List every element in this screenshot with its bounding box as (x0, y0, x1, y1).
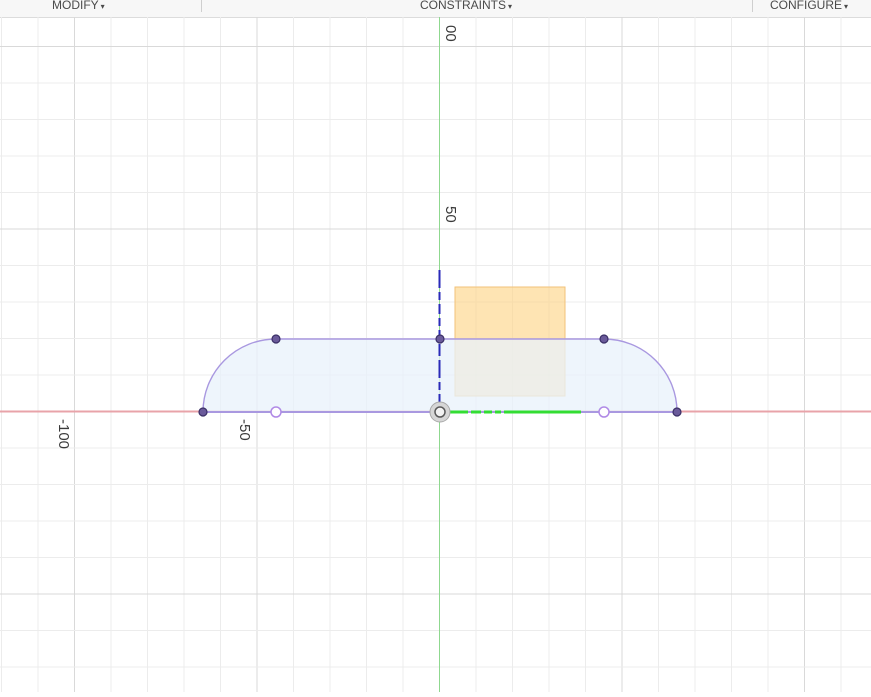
sketch-canvas[interactable]: 00 50 -100 -50 (0, 17, 871, 692)
constraints-menu[interactable]: CONSTRAINTS ▾ (420, 0, 512, 14)
chevron-down-icon: ▾ (100, 2, 105, 11)
constraints-menu-label: CONSTRAINTS (420, 0, 507, 12)
y-axis-label-top: 00 (442, 25, 459, 42)
chevron-down-icon: ▾ (508, 2, 513, 11)
toolbar-divider (201, 0, 202, 12)
origin-point-inner (434, 406, 446, 418)
toolbar-divider (752, 0, 753, 12)
y-axis-label-50: 50 (442, 206, 459, 223)
chevron-down-icon: ▾ (844, 2, 849, 11)
sketch-point[interactable] (198, 407, 208, 417)
sketch-point[interactable] (435, 334, 445, 344)
modify-menu-label: MODIFY (52, 0, 99, 12)
modify-menu[interactable]: MODIFY ▾ (52, 0, 105, 14)
arc-center-point[interactable] (270, 406, 282, 418)
configure-menu-label: CONFIGURE (770, 0, 842, 12)
arc-center-point[interactable] (598, 406, 610, 418)
toolbar: MODIFY ▾ CONSTRAINTS ▾ CONFIGURE ▾ (0, 0, 871, 18)
x-axis-label-neg50: -50 (236, 419, 253, 441)
x-axis-label-neg100: -100 (55, 419, 72, 449)
sketch-point[interactable] (271, 334, 281, 344)
sketch-point[interactable] (599, 334, 609, 344)
configure-menu[interactable]: CONFIGURE ▾ (770, 0, 848, 14)
sketch-point[interactable] (672, 407, 682, 417)
